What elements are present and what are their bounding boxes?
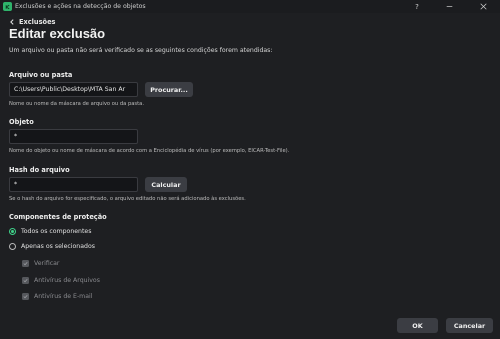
radio-button-unchecked	[9, 243, 16, 250]
radio-label: Todos os componentes	[21, 228, 92, 235]
checkbox-mail-antivirus[interactable]: Antivírus de E-mail	[22, 293, 92, 300]
checkbox-scan[interactable]: Verificar	[22, 260, 59, 267]
hash-label: Hash do arquivo	[9, 166, 70, 174]
file-or-folder-input[interactable]: C:\Users\Public\Desktop\MTA San Ar	[9, 82, 138, 97]
radio-all-components[interactable]: Todos os componentes	[9, 228, 91, 235]
file-or-folder-hint: Nome ou nome da máscara de arquivo ou da…	[9, 101, 144, 107]
checkbox-checked-icon	[22, 277, 29, 284]
radio-label: Apenas os selecionados	[21, 243, 95, 250]
protection-components-label: Componentes de proteção	[9, 213, 107, 221]
ok-button[interactable]: OK	[397, 318, 438, 333]
page-title: Editar exclusão	[9, 26, 106, 41]
radio-only-selected[interactable]: Apenas os selecionados	[9, 243, 95, 250]
object-hint: Nome do objeto ou nome de máscara de aco…	[9, 148, 290, 154]
title-bar: Exclusões e ações na detecção de objetos…	[0, 0, 500, 13]
file-or-folder-label: Arquivo ou pasta	[9, 71, 73, 79]
object-input[interactable]: *	[9, 129, 138, 144]
back-button[interactable]: Exclusões	[9, 17, 55, 26]
object-label: Objeto	[9, 118, 34, 126]
checkbox-label: Verificar	[34, 260, 60, 267]
calculate-button[interactable]: Calcular	[145, 177, 187, 192]
browse-button[interactable]: Procurar...	[145, 82, 193, 97]
page-subtitle: Um arquivo ou pasta não será verificado …	[9, 47, 273, 54]
radio-button-checked	[9, 228, 16, 235]
help-icon[interactable]: ?	[408, 0, 426, 13]
checkbox-label: Antivírus de E-mail	[34, 293, 93, 300]
checkbox-checked-icon	[22, 260, 29, 267]
app-logo-icon	[3, 2, 12, 11]
hash-input[interactable]: *	[9, 177, 138, 192]
checkbox-checked-icon	[22, 293, 29, 300]
checkbox-label: Antivírus de Arquivos	[34, 277, 100, 284]
window-title: Exclusões e ações na detecção de objetos	[15, 3, 146, 10]
hash-hint: Se o hash do arquivo for especificado, o…	[9, 196, 246, 202]
close-icon[interactable]	[474, 0, 492, 13]
minimize-icon[interactable]	[440, 0, 458, 13]
cancel-button[interactable]: Cancelar	[446, 318, 493, 333]
chevron-left-icon	[10, 18, 14, 25]
checkbox-file-antivirus[interactable]: Antivírus de Arquivos	[22, 277, 100, 284]
back-label: Exclusões	[19, 17, 56, 26]
